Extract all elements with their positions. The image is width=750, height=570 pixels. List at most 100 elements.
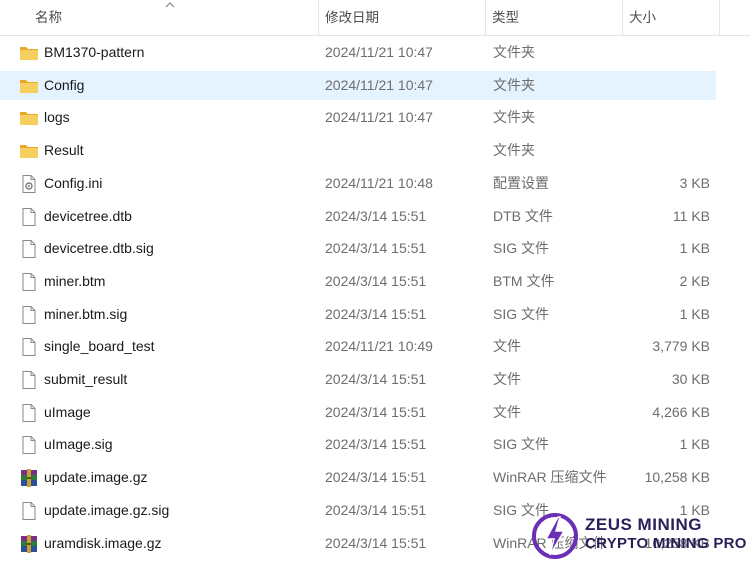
file-size: 4,266 KB — [652, 403, 710, 420]
file-icon — [19, 207, 39, 227]
file-row[interactable]: miner.btm.sig 2024/3/14 15:51 SIG 文件 1 KB — [0, 300, 716, 329]
column-divider[interactable] — [719, 0, 720, 35]
watermark: ZEUS MINING CRYPTO MINING PRO — [530, 509, 747, 567]
file-type: 文件 — [493, 371, 521, 387]
file-modified-date: 2024/11/21 10:47 — [325, 44, 433, 60]
file-size — [620, 136, 710, 165]
file-modified-date: 2024/3/14 15:51 — [325, 371, 427, 387]
file-row[interactable]: logs 2024/11/21 10:47 文件夹 — [0, 103, 716, 132]
file-icon — [19, 501, 39, 521]
file-size — [620, 103, 710, 132]
file-modified-date: 2024/3/14 15:51 — [325, 272, 427, 289]
file-modified-date: 2024/11/21 10:49 — [325, 338, 433, 355]
file-row[interactable]: Result 文件夹 — [0, 136, 716, 165]
file-row[interactable]: single_board_test 2024/11/21 10:49 文件 3,779… — [0, 332, 716, 361]
folder-icon — [19, 76, 39, 96]
file-row[interactable]: update.image.gz 2024/3/14 15:51 WinRAR 压缩文… — [0, 463, 716, 492]
file-size — [620, 38, 710, 67]
file-icon — [19, 305, 39, 325]
file-row[interactable]: devicetree.dtb 2024/3/14 15:51 DTB 文件 11 KB — [0, 202, 716, 231]
file-icon — [19, 337, 39, 357]
winrar-archive-icon — [21, 469, 37, 488]
file-type: 文件夹 — [493, 142, 535, 159]
file-row[interactable]: Config.ini 2024/11/21 10:48 配置设置 3 KB — [0, 169, 716, 198]
file-icon — [22, 272, 36, 291]
file-modified-date: 2024/3/14 15:51 — [325, 436, 427, 453]
file-row[interactable]: Config 2024/11/21 10:47 文件夹 — [0, 70, 716, 100]
file-icon — [19, 403, 39, 423]
settings-file-icon — [22, 174, 36, 193]
file-name: single_board_test — [44, 338, 155, 355]
file-icon — [22, 436, 36, 455]
file-name: devicetree.dtb — [44, 207, 132, 224]
file-icon — [22, 240, 36, 259]
file-name: uImage — [44, 403, 91, 420]
file-name: submit_result — [44, 371, 128, 387]
folder-icon — [20, 47, 38, 60]
watermark-line2: CRYPTO MINING PRO — [585, 535, 747, 552]
file-modified-date: 2024/3/14 15:51 — [325, 403, 427, 420]
file-modified-date: 2024/3/14 15:51 — [325, 240, 427, 257]
file-type: 文件夹 — [493, 44, 535, 60]
file-icon — [19, 370, 39, 390]
file-type: 文件 — [493, 338, 521, 355]
file-icon — [22, 207, 36, 226]
file-name: update.image.gz.sig — [44, 501, 170, 518]
file-name: Result — [44, 142, 84, 159]
file-size: 1 KB — [679, 436, 710, 453]
file-row[interactable]: uImage 2024/3/14 15:51 文件 4,266 KB — [0, 398, 716, 427]
file-icon — [22, 403, 36, 422]
file-size: 1 KB — [679, 305, 710, 322]
file-type: WinRAR 压缩文件 — [493, 469, 607, 486]
file-size: 11 KB — [672, 207, 710, 224]
file-name: uImage.sig — [44, 436, 113, 453]
file-type: 文件夹 — [493, 76, 535, 93]
file-row[interactable]: devicetree.dtb.sig 2024/3/14 15:51 SIG 文件 1… — [0, 234, 716, 263]
file-name: BM1370-pattern — [44, 44, 145, 60]
file-modified-date: 2024/11/21 10:47 — [325, 76, 433, 93]
file-modified-date: 2024/3/14 15:51 — [325, 207, 427, 224]
column-type[interactable]: 类型 — [485, 0, 622, 35]
file-name: uramdisk.image.gz — [44, 534, 162, 551]
file-icon — [22, 501, 36, 520]
column-modified[interactable]: 修改日期 — [318, 0, 485, 35]
folder-icon — [19, 108, 39, 128]
file-row[interactable]: uImage.sig 2024/3/14 15:51 SIG 文件 1 KB — [0, 430, 716, 459]
file-type: SIG 文件 — [493, 240, 550, 257]
column-size[interactable]: 大小 — [622, 0, 719, 35]
file-modified-date: 2024/3/14 15:51 — [325, 469, 427, 486]
zeus-mining-logo-icon — [532, 513, 578, 559]
file-row[interactable]: BM1370-pattern 2024/11/21 10:47 文件夹 — [0, 38, 716, 67]
winrar-archive-icon — [19, 468, 39, 488]
column-name[interactable]: 名称 — [28, 0, 318, 35]
file-name: devicetree.dtb.sig — [44, 240, 154, 257]
settings-file-icon — [19, 174, 39, 194]
column-header: 名称 修改日期 类型 大小 — [0, 0, 750, 36]
file-modified-date: 2024/3/14 15:51 — [325, 305, 427, 322]
file-size: 3,779 KB — [652, 338, 710, 355]
file-icon — [22, 338, 36, 357]
file-type: 文件 — [493, 403, 521, 420]
file-icon — [22, 371, 36, 389]
folder-icon — [20, 79, 38, 93]
file-size: 1 KB — [679, 240, 710, 257]
file-type: BTM 文件 — [493, 272, 555, 289]
folder-icon — [19, 43, 39, 63]
file-name: miner.btm — [44, 272, 106, 289]
folder-icon — [20, 112, 38, 126]
file-modified-date: 2024/3/14 15:51 — [325, 501, 427, 518]
file-row[interactable]: submit_result 2024/3/14 15:51 文件 30 KB — [0, 365, 716, 394]
file-modified-date: 2024/11/21 10:47 — [325, 109, 433, 126]
file-name: logs — [44, 109, 70, 126]
file-icon — [19, 239, 39, 259]
file-name: Config.ini — [44, 174, 103, 191]
winrar-archive-icon — [21, 534, 37, 553]
file-modified-date: 2024/11/21 10:48 — [325, 174, 433, 191]
file-size — [620, 71, 710, 100]
file-row[interactable]: miner.btm 2024/3/14 15:51 BTM 文件 2 KB — [0, 267, 716, 296]
file-type: DTB 文件 — [493, 207, 553, 224]
winrar-archive-icon — [19, 534, 39, 554]
file-icon — [19, 435, 39, 455]
file-type: SIG 文件 — [493, 436, 550, 453]
file-modified-date: 2024/3/14 15:51 — [325, 534, 427, 551]
